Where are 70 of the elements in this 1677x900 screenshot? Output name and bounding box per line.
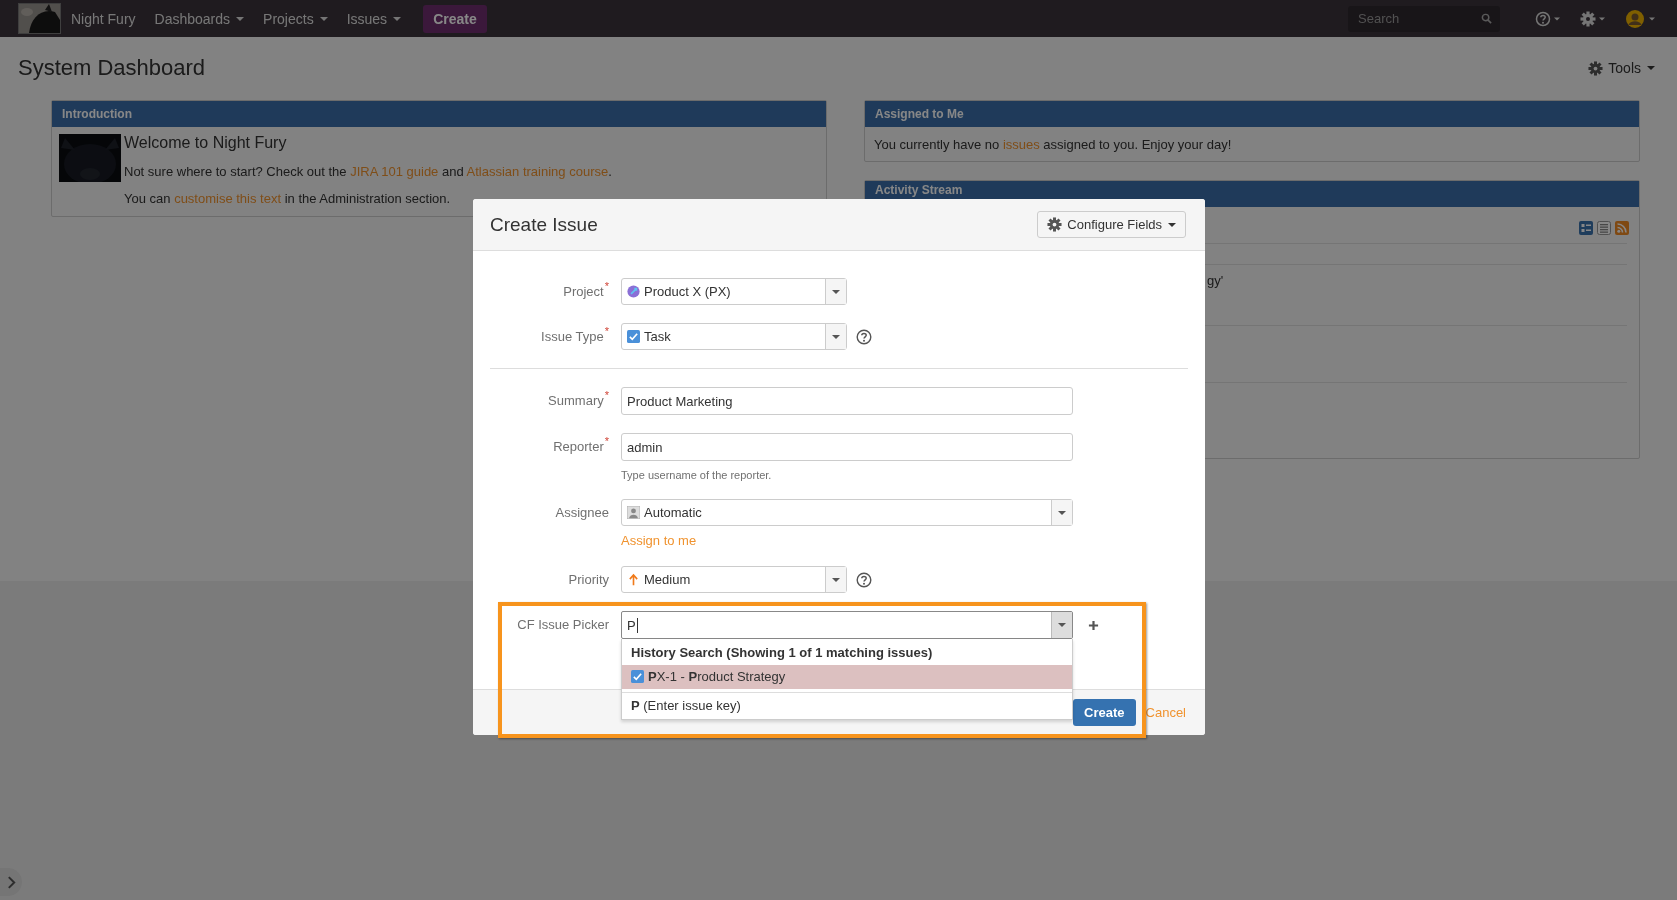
plus-icon[interactable] <box>1088 619 1099 631</box>
field-hint: Type username of the reporter. <box>621 469 773 481</box>
avatar-icon[interactable] <box>1625 8 1657 29</box>
suggestion-item[interactable]: PX-1 - Product Strategy <box>622 665 1072 689</box>
create-button[interactable]: Create <box>1073 699 1136 726</box>
field-label: Project <box>563 284 604 299</box>
field-label: Reporter <box>553 439 604 454</box>
caret-icon <box>832 334 840 339</box>
field-label: Summary <box>548 393 604 408</box>
nav-menu[interactable]: Projects <box>263 10 328 27</box>
select-value: Product X (PX) <box>644 284 731 299</box>
text-field[interactable]: admin <box>621 433 1073 461</box>
settings-icon <box>1588 60 1604 76</box>
search-field[interactable]: Search <box>1348 5 1500 32</box>
chevron-icon <box>6 875 16 889</box>
select-field[interactable]: Automatic <box>621 499 1073 526</box>
checkbox-icon <box>627 330 640 343</box>
create-button[interactable]: Create <box>423 4 487 33</box>
issue-picker-field[interactable]: P <box>621 611 1073 639</box>
up-arrow-icon <box>627 573 640 586</box>
tools-label: Tools <box>1608 60 1641 76</box>
field-label: Assignee <box>555 505 609 520</box>
welcome-heading: Welcome to Night Fury <box>124 134 288 152</box>
panel-header: Assigned to Me <box>865 101 1639 127</box>
activity-text: gy' <box>1207 273 1224 288</box>
nav-menu[interactable]: Issues <box>346 10 402 27</box>
configure-fields-button[interactable]: Configure Fields <box>1037 211 1186 238</box>
field-label: CF Issue Picker <box>517 617 609 632</box>
checkbox-icon <box>631 670 644 683</box>
required-mark: * <box>604 389 609 401</box>
page-title: System Dashboard <box>18 55 206 81</box>
assign-to-me-link[interactable]: Assign to me <box>621 533 697 548</box>
caret-icon <box>1058 510 1066 515</box>
settings-icon <box>1047 217 1063 232</box>
configure-fields-label: Configure Fields <box>1067 217 1162 232</box>
field-label: Priority <box>568 572 609 587</box>
required-mark: * <box>604 435 609 447</box>
site-name-link[interactable]: Night Fury <box>71 10 136 27</box>
caret-icon <box>1058 623 1066 627</box>
text-field[interactable]: Product Marketing <box>621 387 1073 415</box>
select-field[interactable]: Task <box>621 323 847 350</box>
panel-header: Introduction <box>52 101 826 127</box>
select-value: Task <box>644 329 671 344</box>
caret-icon <box>832 577 840 582</box>
select-field[interactable]: Medium <box>621 566 847 593</box>
rocket-icon <box>627 285 640 298</box>
list-view-icon[interactable] <box>1597 221 1611 235</box>
list-view-icon[interactable] <box>1579 221 1593 235</box>
expand-button[interactable] <box>0 868 22 896</box>
select-field[interactable]: Product X (PX) <box>621 278 847 305</box>
user-icon <box>627 506 640 519</box>
assigned-text: You currently have no issues assigned to you. Enjoy your day! <box>873 136 1233 154</box>
field-label: Issue Type <box>541 329 604 344</box>
rss-icon[interactable] <box>1615 221 1629 235</box>
dialog-title: Create Issue <box>490 213 598 236</box>
caret-icon <box>832 289 840 294</box>
tools-button[interactable]: Tools <box>1588 60 1655 76</box>
select-value: Automatic <box>644 505 702 520</box>
help-icon[interactable] <box>856 328 872 345</box>
help-icon[interactable] <box>1535 10 1561 27</box>
search-icon <box>1481 13 1492 24</box>
nav-menu[interactable]: Dashboards <box>154 10 245 27</box>
help-icon[interactable] <box>856 571 872 588</box>
required-mark: * <box>604 280 609 292</box>
required-mark: * <box>604 325 609 337</box>
suggestion-header: History Search (Showing 1 of 1 matching issues) <box>630 644 934 662</box>
intro-text: Not sure where to start? Check out the JIRA 101 guide and Atlassian training course. <box>124 164 612 179</box>
select-value: Medium <box>644 572 691 587</box>
suggestion-item[interactable]: P (Enter issue key) <box>622 692 1072 719</box>
settings-icon[interactable] <box>1580 10 1606 27</box>
